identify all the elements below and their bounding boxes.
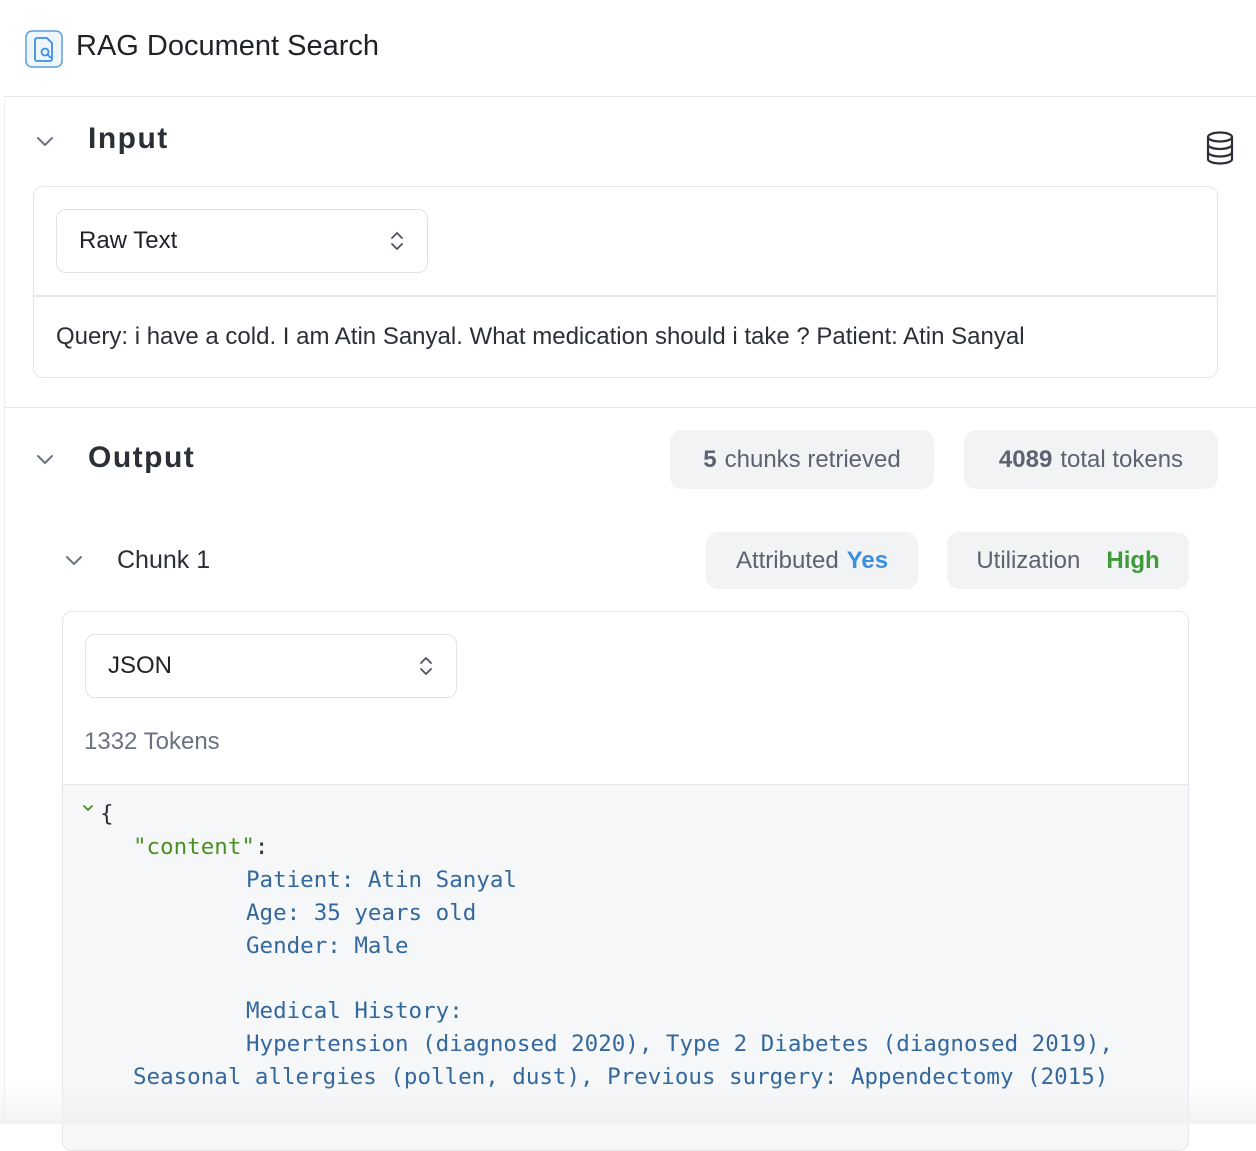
json-colon: : bbox=[254, 834, 269, 860]
utilization-label: Utilization bbox=[976, 546, 1081, 574]
json-value-line: Gender: Male bbox=[246, 933, 409, 959]
input-format-select[interactable]: Raw Text bbox=[56, 209, 428, 273]
select-updown-icon bbox=[418, 654, 434, 678]
section-divider bbox=[4, 407, 1256, 408]
json-collapse-chevron-icon[interactable] bbox=[81, 801, 95, 815]
tokens-label: total tokens bbox=[1060, 445, 1184, 473]
chunks-count: 5 bbox=[703, 445, 717, 473]
chunk-format-select[interactable]: JSON bbox=[85, 634, 457, 698]
input-section-title: Input bbox=[88, 122, 169, 155]
json-value-line: Medical History: bbox=[246, 998, 463, 1024]
output-section-title: Output bbox=[88, 441, 196, 474]
document-search-icon bbox=[25, 30, 63, 68]
attributed-badge: Attributed Yes bbox=[706, 532, 918, 589]
select-updown-icon bbox=[389, 229, 405, 253]
chunk-collapse-chevron-icon[interactable] bbox=[63, 549, 85, 571]
json-value-line: Hypertension (diagnosed 2020), Type 2 Di… bbox=[246, 1031, 1113, 1057]
chunk-title: Chunk 1 bbox=[117, 546, 211, 574]
chunks-label: chunks retrieved bbox=[724, 445, 901, 473]
chunks-retrieved-badge: 5 chunks retrieved bbox=[670, 430, 934, 489]
chunk-card: JSON 1332 Tokens { "content": Patient: A… bbox=[62, 611, 1189, 1151]
query-text: Query: i have a cold. I am Atin Sanyal. … bbox=[56, 323, 1025, 350]
chunk-format-value: JSON bbox=[108, 652, 173, 679]
page-title: RAG Document Search bbox=[76, 30, 380, 62]
utilization-badge: Utilization High bbox=[947, 532, 1189, 589]
attributed-value: Yes bbox=[846, 546, 889, 574]
json-key-line: "content": bbox=[133, 834, 268, 860]
input-card-divider bbox=[34, 295, 1217, 297]
json-open-brace: { bbox=[100, 801, 114, 827]
input-collapse-chevron-icon[interactable] bbox=[34, 130, 56, 152]
json-value-line: Age: 35 years old bbox=[246, 900, 477, 926]
total-tokens-badge: 4089 total tokens bbox=[964, 430, 1218, 489]
chunk-tokens: 1332 Tokens bbox=[84, 728, 220, 755]
header-divider bbox=[4, 96, 1256, 97]
left-border bbox=[4, 98, 5, 1124]
output-collapse-chevron-icon[interactable] bbox=[34, 448, 56, 470]
input-format-value: Raw Text bbox=[79, 227, 178, 254]
input-card: Raw Text Query: i have a cold. I am Atin… bbox=[33, 186, 1218, 378]
attributed-label: Attributed bbox=[735, 546, 839, 574]
json-key: "content" bbox=[133, 834, 255, 860]
tokens-count: 4089 bbox=[998, 445, 1053, 473]
bottom-fade bbox=[0, 1084, 1256, 1124]
json-value-line: Patient: Atin Sanyal bbox=[246, 867, 517, 893]
database-icon[interactable] bbox=[1204, 130, 1236, 166]
utilization-value: High bbox=[1106, 546, 1160, 574]
